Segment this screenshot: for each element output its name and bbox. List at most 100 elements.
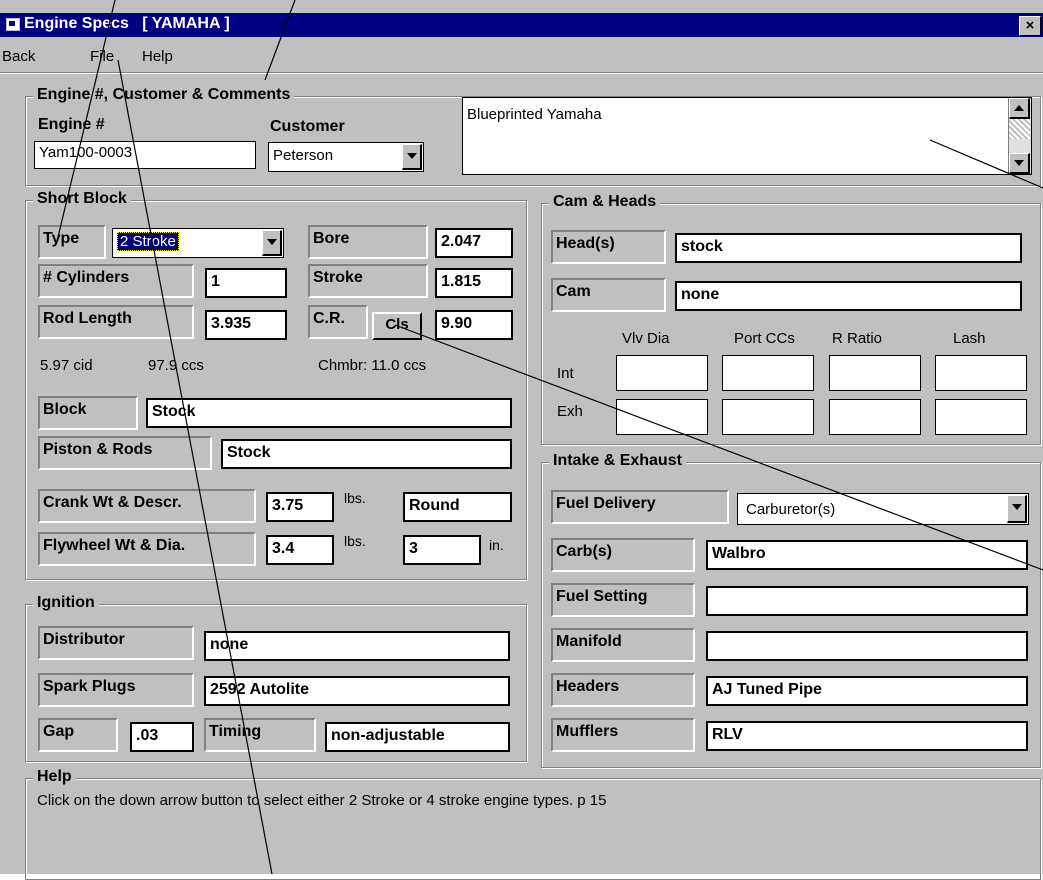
ignition-title: Ignition [33, 594, 99, 612]
fuel-setting-input[interactable] [706, 586, 1028, 616]
intake-valve-dia-input[interactable] [616, 355, 708, 391]
displacement-ccs: 97.9 ccs [148, 357, 204, 374]
compression-ratio-input[interactable]: 9.90 [435, 310, 513, 340]
intake-port-ccs-input[interactable] [722, 355, 814, 391]
window-icon [6, 18, 20, 31]
rod-length-input[interactable]: 3.935 [205, 310, 287, 340]
intake-exhaust-title: Intake & Exhaust [549, 452, 686, 470]
heads-input[interactable]: stock [675, 233, 1022, 263]
flywheel-weight-unit: lbs. [344, 533, 366, 549]
cylinders-label: # Cylinders [38, 264, 194, 298]
exhaust-row-label: Exh [557, 403, 583, 420]
headers-label: Headers [551, 673, 695, 707]
menu-back[interactable]: Back [2, 48, 35, 65]
intake-row-label: Int [557, 365, 574, 382]
chamber-volume: Chmbr: 11.0 ccs [318, 357, 427, 374]
carb-input[interactable]: Walbro [706, 540, 1028, 570]
short-block-title: Short Block [33, 190, 131, 208]
rod-length-label: Rod Length [38, 305, 194, 339]
fuel-delivery-label: Fuel Delivery [551, 490, 729, 524]
manifold-input[interactable] [706, 631, 1028, 661]
menu-bar: Back File Help [0, 45, 1043, 67]
comments-textarea[interactable]: Blueprinted Yamaha [462, 97, 1032, 175]
exhaust-valve-dia-input[interactable] [616, 399, 708, 435]
piston-rods-label: Piston & Rods [38, 436, 212, 470]
spark-plugs-label: Spark Plugs [38, 673, 194, 707]
help-text: Click on the down arrow button to select… [37, 792, 607, 809]
help-title: Help [33, 768, 76, 786]
exhaust-port-ccs-input[interactable] [722, 399, 814, 435]
heads-label: Head(s) [551, 230, 666, 264]
block-label: Block [38, 396, 138, 430]
flywheel-label: Flywheel Wt & Dia. [38, 532, 256, 566]
crank-unit: lbs. [344, 490, 366, 506]
menu-help[interactable]: Help [142, 48, 173, 65]
mufflers-label: Mufflers [551, 718, 695, 752]
fuel-delivery-dropdown-arrow-icon[interactable] [1007, 495, 1027, 523]
crank-label: Crank Wt & Descr. [38, 489, 256, 523]
cls-button[interactable]: Cls [372, 312, 422, 340]
menu-file[interactable]: File [90, 48, 114, 65]
engine-type-dropdown-arrow-icon[interactable] [262, 230, 282, 256]
distributor-label: Distributor [38, 626, 194, 660]
type-label: Type [38, 225, 106, 259]
engine-type-value: 2 Stroke [117, 232, 179, 251]
intake-lash-input[interactable] [935, 355, 1027, 391]
flywheel-diameter-unit: in. [489, 537, 504, 553]
callout-line-title [264, 0, 296, 81]
col-lash: Lash [953, 330, 986, 347]
engine-number-label: Engine # [38, 116, 105, 133]
close-button[interactable]: × [1019, 16, 1041, 36]
bore-label: Bore [308, 225, 428, 259]
stroke-input[interactable]: 1.815 [435, 268, 513, 298]
flywheel-weight-input[interactable]: 3.4 [266, 535, 334, 565]
cr-label: C.R. [308, 305, 368, 339]
engine-group-title: Engine #, Customer & Comments [33, 86, 295, 104]
piston-rods-input[interactable]: Stock [221, 439, 512, 469]
spark-plugs-input[interactable]: 2592 Autolite [204, 676, 510, 706]
engine-number-input[interactable]: Yam100-0003 [34, 141, 256, 169]
distributor-input[interactable]: none [204, 631, 510, 661]
carb-label: Carb(s) [551, 538, 695, 572]
scroll-down-icon[interactable] [1009, 153, 1030, 174]
mufflers-input[interactable]: RLV [706, 721, 1028, 751]
block-input[interactable]: Stock [146, 398, 512, 428]
cam-input[interactable]: none [675, 281, 1022, 311]
col-port-ccs: Port CCs [734, 330, 795, 347]
fuel-setting-label: Fuel Setting [551, 583, 695, 617]
cylinders-input[interactable]: 1 [205, 268, 287, 298]
comments-scrollbar[interactable] [1008, 98, 1031, 174]
window-title: Engine Specs [ YAMAHA ] [24, 15, 230, 32]
scroll-up-icon[interactable] [1009, 98, 1030, 119]
scroll-track[interactable] [1009, 119, 1030, 139]
timing-label: Timing [204, 718, 316, 752]
manifold-label: Manifold [551, 628, 695, 662]
engine-type-select[interactable]: 2 Stroke [112, 228, 284, 258]
crank-description-input[interactable]: Round [403, 492, 512, 522]
comments-text: Blueprinted Yamaha [467, 106, 602, 123]
exhaust-rocker-ratio-input[interactable] [829, 399, 921, 435]
displacement-cid: 5.97 cid [40, 357, 93, 374]
crank-weight-input[interactable]: 3.75 [266, 492, 334, 522]
col-rocker-ratio: R Ratio [832, 330, 883, 347]
customer-value: Peterson [273, 147, 334, 164]
fuel-delivery-value: Carburetor(s) [746, 501, 836, 518]
cam-heads-title: Cam & Heads [549, 193, 661, 211]
customer-select[interactable]: Peterson [268, 142, 424, 172]
intake-rocker-ratio-input[interactable] [829, 355, 921, 391]
title-bar: Engine Specs [ YAMAHA ] × [0, 13, 1043, 37]
flywheel-diameter-input[interactable]: 3 [403, 535, 481, 565]
col-valve-diameter: Vlv Dia [622, 330, 670, 347]
gap-input[interactable]: .03 [130, 722, 194, 752]
exhaust-lash-input[interactable] [935, 399, 1027, 435]
fuel-delivery-select[interactable]: Carburetor(s) [737, 493, 1029, 525]
engine-specs-window: Engine Specs [ YAMAHA ] × Back File Help… [0, 0, 1043, 880]
gap-label: Gap [38, 718, 118, 752]
customer-dropdown-arrow-icon[interactable] [402, 144, 422, 170]
stroke-label: Stroke [308, 264, 428, 298]
headers-input[interactable]: AJ Tuned Pipe [706, 676, 1028, 706]
menu-divider [0, 72, 1043, 74]
bore-input[interactable]: 2.047 [435, 228, 513, 258]
cam-label: Cam [551, 278, 666, 312]
timing-input[interactable]: non-adjustable [325, 722, 510, 752]
